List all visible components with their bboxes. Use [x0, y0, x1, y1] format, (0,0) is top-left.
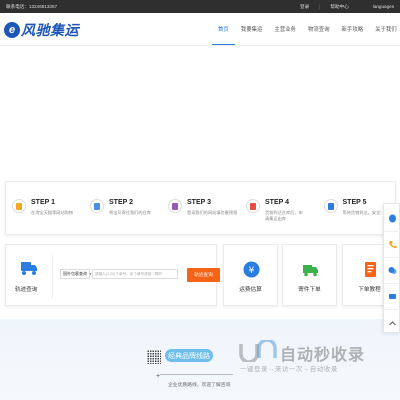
step-title: STEP 5: [342, 199, 367, 206]
tracking-number-input[interactable]: 请输入(1-20)个单号，多个单号请用","隔开: [92, 269, 178, 279]
truck-icon: [303, 265, 318, 277]
login-link[interactable]: 登录: [300, 4, 309, 10]
logo-text: 风驰集运: [21, 22, 79, 38]
tracking-label: 轨迹查询: [15, 287, 38, 293]
steps-panel: STEP 1 在淘宝天猫等网站购物 STEP 2 将宝贝寄往我们的仓库 STEP…: [5, 181, 396, 235]
logo[interactable]: e 风驰集运: [4, 20, 79, 40]
watermark-logo: [239, 340, 277, 362]
yen-icon: ¥: [243, 261, 260, 278]
dot-pattern: [147, 350, 161, 364]
message-icon: [389, 294, 396, 299]
tracking-type-select[interactable]: 国外包裹查询 ▼: [60, 269, 92, 279]
step-title: STEP 3: [187, 199, 211, 206]
logo-mark: e: [4, 22, 20, 38]
step-desc: 在淘宝天猫等网站购物: [31, 210, 73, 215]
help-center-link[interactable]: 帮助中心: [330, 4, 348, 10]
select-value: 国外包裹查询: [63, 271, 87, 276]
hero-banner: [0, 46, 400, 181]
nav-item-logistics-query[interactable]: 物流查询: [302, 13, 336, 45]
qq-icon: [389, 214, 396, 223]
step-desc: 等待货物到达，安全签收: [342, 210, 381, 215]
step-3: STEP 3 登录我们的网站填包裹预报: [162, 182, 240, 234]
step-2: STEP 2 将宝贝寄往我们的仓库: [84, 182, 162, 234]
message-button[interactable]: [384, 284, 400, 310]
phone-button[interactable]: [384, 232, 400, 258]
section-subtitle: 企业优质路线，欢迎了解咨询: [168, 383, 231, 388]
chevron-up-icon: [389, 320, 396, 325]
cart-icon: [12, 199, 26, 213]
form-icon: [168, 199, 182, 213]
tracking-truck-icon: [21, 262, 37, 275]
wechat-icon: [388, 267, 397, 274]
nav-item-guide[interactable]: 新手攻略: [336, 13, 370, 45]
tracking-panel: 轨迹查询 国外包裹查询 ▼ 请输入(1-20)个单号，多个单号请用","隔开 轨…: [5, 244, 220, 306]
nav-item-consolidate[interactable]: 我要集运: [235, 13, 269, 45]
box-icon: [246, 199, 260, 213]
step-desc: 将宝贝寄往我们的仓库: [109, 210, 151, 215]
languages-link[interactable]: languages: [373, 4, 394, 10]
separator: |: [319, 4, 321, 9]
step-desc: 登录我们的网站填包裹预报: [187, 210, 238, 215]
watermark-subtitle: 一键登录→来访一次→自动收录: [240, 366, 338, 373]
warehouse-icon: [90, 199, 104, 213]
step-4: STEP 4 货物到达仓库后，申请集运出库: [240, 182, 318, 234]
divider: [52, 255, 53, 299]
card-label: 运费估算: [239, 287, 262, 293]
step-desc: 货物到达仓库后，申请集运出库: [265, 210, 303, 221]
freight-estimate-card[interactable]: ¥ 运费估算: [223, 244, 278, 306]
wechat-button[interactable]: [384, 258, 400, 284]
top-links: 登录 | 帮助中心 languages: [300, 4, 394, 10]
watermark-title: 自动秒收录: [280, 347, 366, 364]
svg-text:¥: ¥: [249, 266, 255, 276]
step-title: STEP 1: [31, 199, 55, 206]
section-title-pill: 经典品牌线路: [165, 349, 213, 362]
nav-menu: 首页 我要集运 主营业务 物流查询 新手攻略 关于我们: [212, 13, 400, 45]
divider-line: [160, 374, 233, 375]
step-title: STEP 4: [265, 199, 289, 206]
tracking-search-button[interactable]: 轨迹查询: [187, 268, 220, 282]
back-to-top-button[interactable]: [384, 310, 400, 336]
main-nav: e 风驰集运 首页 我要集运 主营业务 物流查询 新手攻略 关于我们: [0, 13, 400, 46]
phone-icon: [389, 241, 397, 249]
card-label: 寄件下单: [298, 287, 321, 293]
shipping-order-card[interactable]: 寄件下单: [282, 244, 337, 306]
nav-item-home[interactable]: 首页: [212, 13, 235, 45]
top-bar: 联系电话：13246613367 登录 | 帮助中心 languages: [0, 0, 400, 13]
clipboard-icon: [323, 199, 338, 213]
contact-phone: 联系电话：13246613367: [6, 4, 58, 9]
step-1: STEP 1 在淘宝天猫等网站购物: [6, 182, 84, 234]
qq-button[interactable]: [384, 206, 400, 232]
plus-icon: +: [156, 373, 161, 380]
floating-sidebar: [383, 203, 400, 333]
nav-item-business[interactable]: 主营业务: [268, 13, 302, 45]
nav-item-about[interactable]: 关于我们: [369, 13, 400, 45]
document-icon: [365, 262, 376, 277]
step-title: STEP 2: [109, 199, 133, 206]
